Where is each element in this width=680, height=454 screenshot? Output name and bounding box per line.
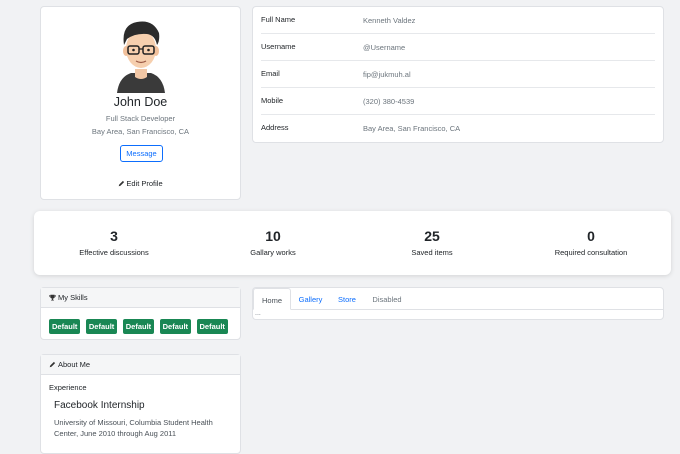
message-button[interactable]: Message — [120, 145, 163, 162]
profile-card: John Doe Full Stack Developer Bay Area, … — [40, 6, 241, 200]
stat-consultation: 0 Required consultation — [516, 228, 666, 257]
stats-card: 3 Effective discussions 10 Gallary works… — [34, 211, 671, 275]
skill-badge: Default — [49, 319, 81, 334]
pencil-icon — [49, 361, 56, 368]
tab-content: ... — [255, 310, 261, 317]
tab-gallery[interactable]: Gallery — [293, 288, 328, 310]
skill-badge: Default — [159, 319, 192, 334]
avatar — [117, 21, 165, 93]
pencil-icon — [119, 180, 125, 187]
skills-card: My Skills Default Default Default Defaul… — [40, 287, 241, 340]
info-label: Full Name — [261, 15, 296, 24]
tab-strip: Home Gallery Store Disabled — [253, 288, 663, 310]
info-value: Kenneth Valdez — [363, 16, 416, 25]
about-card: About Me Experience Facebook Internship … — [40, 354, 241, 454]
info-row-address: Address Bay Area, San Francisco, CA — [261, 115, 655, 142]
info-row-username: Username @Username — [261, 34, 655, 61]
edit-profile-label: Edit Profile — [126, 179, 163, 188]
info-value: Bay Area, San Francisco, CA — [363, 124, 461, 133]
stat-label: Required consultation — [554, 248, 628, 257]
skill-badge: Default — [196, 319, 228, 334]
stat-value: 3 — [110, 228, 118, 244]
info-card: Full Name Kenneth Valdez Username @Usern… — [252, 6, 664, 143]
stat-saved: 25 Saved items — [357, 228, 507, 257]
skills-list: Default Default Default Default Default — [49, 316, 229, 334]
info-label: Email — [261, 69, 280, 78]
skills-title: My Skills — [58, 293, 88, 302]
profile-name: John Doe — [113, 95, 168, 109]
stat-discussions: 3 Effective discussions — [39, 228, 189, 257]
skill-badge: Default — [85, 319, 118, 334]
trophy-icon — [49, 294, 56, 301]
job-title: Facebook Internship — [54, 400, 145, 411]
info-label: Username — [261, 42, 296, 51]
tab-disabled: Disabled — [372, 295, 402, 304]
stat-value: 0 — [587, 228, 595, 244]
stat-value: 25 — [424, 228, 440, 244]
tab-home[interactable]: Home — [253, 288, 291, 310]
experience-heading: Experience — [49, 383, 87, 392]
info-row-full-name: Full Name Kenneth Valdez — [261, 7, 655, 34]
stat-label: Saved items — [411, 248, 453, 257]
skill-badge: Default — [122, 319, 155, 334]
about-header: About Me — [41, 355, 240, 375]
stat-label: Effective discussions — [79, 248, 149, 257]
job-description: University of Missouri, Columbia Student… — [54, 418, 213, 438]
info-label: Address — [261, 123, 289, 132]
edit-profile-link[interactable]: Edit Profile — [41, 179, 240, 188]
tabs-card: Home Gallery Store Disabled ... — [252, 287, 664, 320]
about-title: About Me — [58, 360, 91, 369]
stat-label: Gallary works — [250, 248, 296, 257]
skills-header: My Skills — [41, 288, 240, 308]
info-value: fip@jukmuh.al — [363, 70, 411, 79]
info-row-mobile: Mobile (320) 380-4539 — [261, 88, 655, 115]
info-row-email: Email fip@jukmuh.al — [261, 61, 655, 88]
info-value: (320) 380-4539 — [363, 97, 415, 106]
profile-role: Full Stack Developer — [105, 114, 176, 123]
stat-value: 10 — [265, 228, 281, 244]
info-label: Mobile — [261, 96, 284, 105]
profile-location: Bay Area, San Francisco, CA — [91, 127, 190, 136]
info-value: @Username — [363, 43, 406, 52]
stat-gallery: 10 Gallary works — [198, 228, 348, 257]
tab-store[interactable]: Store — [331, 288, 363, 310]
